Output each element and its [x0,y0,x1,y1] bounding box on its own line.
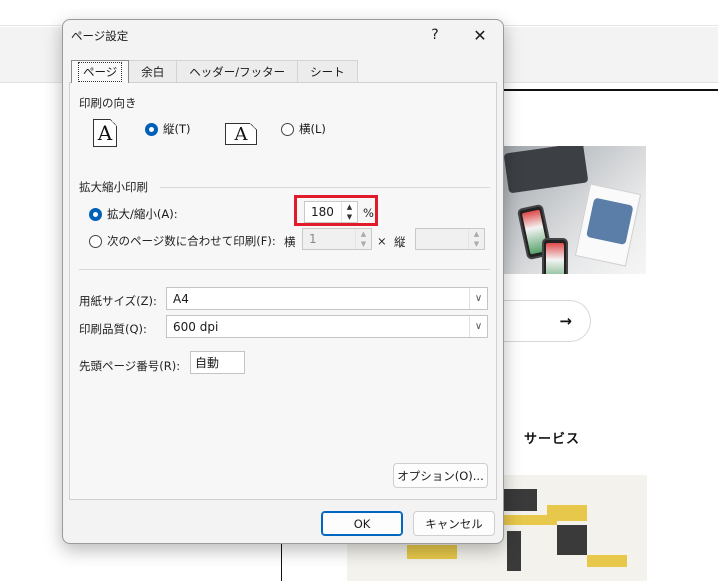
chevron-down-icon[interactable]: ∨ [469,316,487,337]
adjust-to-label: 拡大/縮小(A): [107,207,178,221]
print-quality-select[interactable]: 600 dpi ∨ [166,315,488,338]
ok-button[interactable]: OK [321,511,403,536]
landscape-page-icon: A [225,123,257,145]
product-photo [500,146,646,274]
spin-down-icon[interactable]: ▼ [355,239,371,249]
page-tab-panel: 印刷の向き A 縦(T) A 横(L) 拡大縮小印刷 拡大/縮小(A): 180… [69,82,497,500]
print-quality-label: 印刷品質(Q): [79,322,147,336]
paper-size-select[interactable]: A4 ∨ [166,287,488,310]
pages-wide-label: 横 [284,235,296,249]
radio-unselected-icon [281,122,294,136]
magazine-image [574,183,642,267]
annotation-highlight-box [294,195,378,226]
dialog-title-bar: ページ設定 ? ✕ [63,20,503,50]
paper-size-label: 用紙サイズ(Z): [79,294,157,308]
tab-margins[interactable]: 余白 [128,60,178,82]
paper-size-value: A4 [173,291,189,306]
scaling-group-label: 拡大縮小印刷 [79,180,148,194]
pages-tall-stepper[interactable]: ▲ ▼ [415,228,485,250]
help-button[interactable]: ? [423,24,447,46]
arrow-right-icon: → [559,312,572,330]
portrait-label: 縦(T) [163,122,191,136]
tab-strip: ページ 余白 ヘッダー/フッター シート [71,60,358,83]
first-page-number-label: 先頭ページ番号(R): [79,359,181,373]
cancel-button[interactable]: キャンセル [413,511,495,536]
tab-page[interactable]: ページ [71,60,130,83]
first-page-number-input[interactable]: 自動 [190,351,245,374]
service-heading: サービス [524,432,581,447]
portrait-radio[interactable]: 縦(T) [145,121,191,137]
pages-wide-stepper[interactable]: 1 ▲ ▼ [302,228,372,250]
pages-tall-label: 縦 [394,235,406,249]
landscape-label: 横(L) [299,122,326,136]
landscape-radio[interactable]: 横(L) [281,121,326,137]
tab-sheet[interactable]: シート [297,60,358,82]
more-link-button[interactable]: → [495,300,591,342]
pages-tall-value[interactable] [416,229,468,249]
portrait-page-icon: A [93,119,117,147]
options-button[interactable]: オプション(O)... [393,463,488,488]
laptop-image [503,146,589,194]
spin-up-icon[interactable]: ▲ [468,229,484,239]
spin-up-icon[interactable]: ▲ [355,229,371,239]
print-quality-value: 600 dpi [173,319,219,334]
fit-to-radio[interactable]: 次のページ数に合わせて印刷(F): [89,233,276,249]
radio-selected-icon [145,122,158,136]
radio-selected-icon [89,207,102,221]
tab-page-label: ページ [78,62,123,82]
dialog-title: ページ設定 [71,29,129,43]
chevron-down-icon[interactable]: ∨ [469,288,487,309]
close-icon[interactable]: ✕ [468,24,492,46]
radio-unselected-icon [89,234,102,248]
spin-down-icon[interactable]: ▼ [468,239,484,249]
adjust-to-radio[interactable]: 拡大/縮小(A): [89,206,178,222]
pages-wide-value[interactable]: 1 [303,229,355,249]
page-setup-dialog: ページ設定 ? ✕ ページ 余白 ヘッダー/フッター シート 印刷の向き A 縦… [62,19,504,544]
section-divider [79,269,490,270]
scaling-group-divider [160,187,490,188]
tab-header-footer[interactable]: ヘッダー/フッター [176,60,299,82]
fit-to-label: 次のページ数に合わせて印刷(F): [107,234,276,248]
orientation-group-label: 印刷の向き [79,96,137,110]
times-sign: × [377,234,387,248]
phone-image [542,238,568,274]
